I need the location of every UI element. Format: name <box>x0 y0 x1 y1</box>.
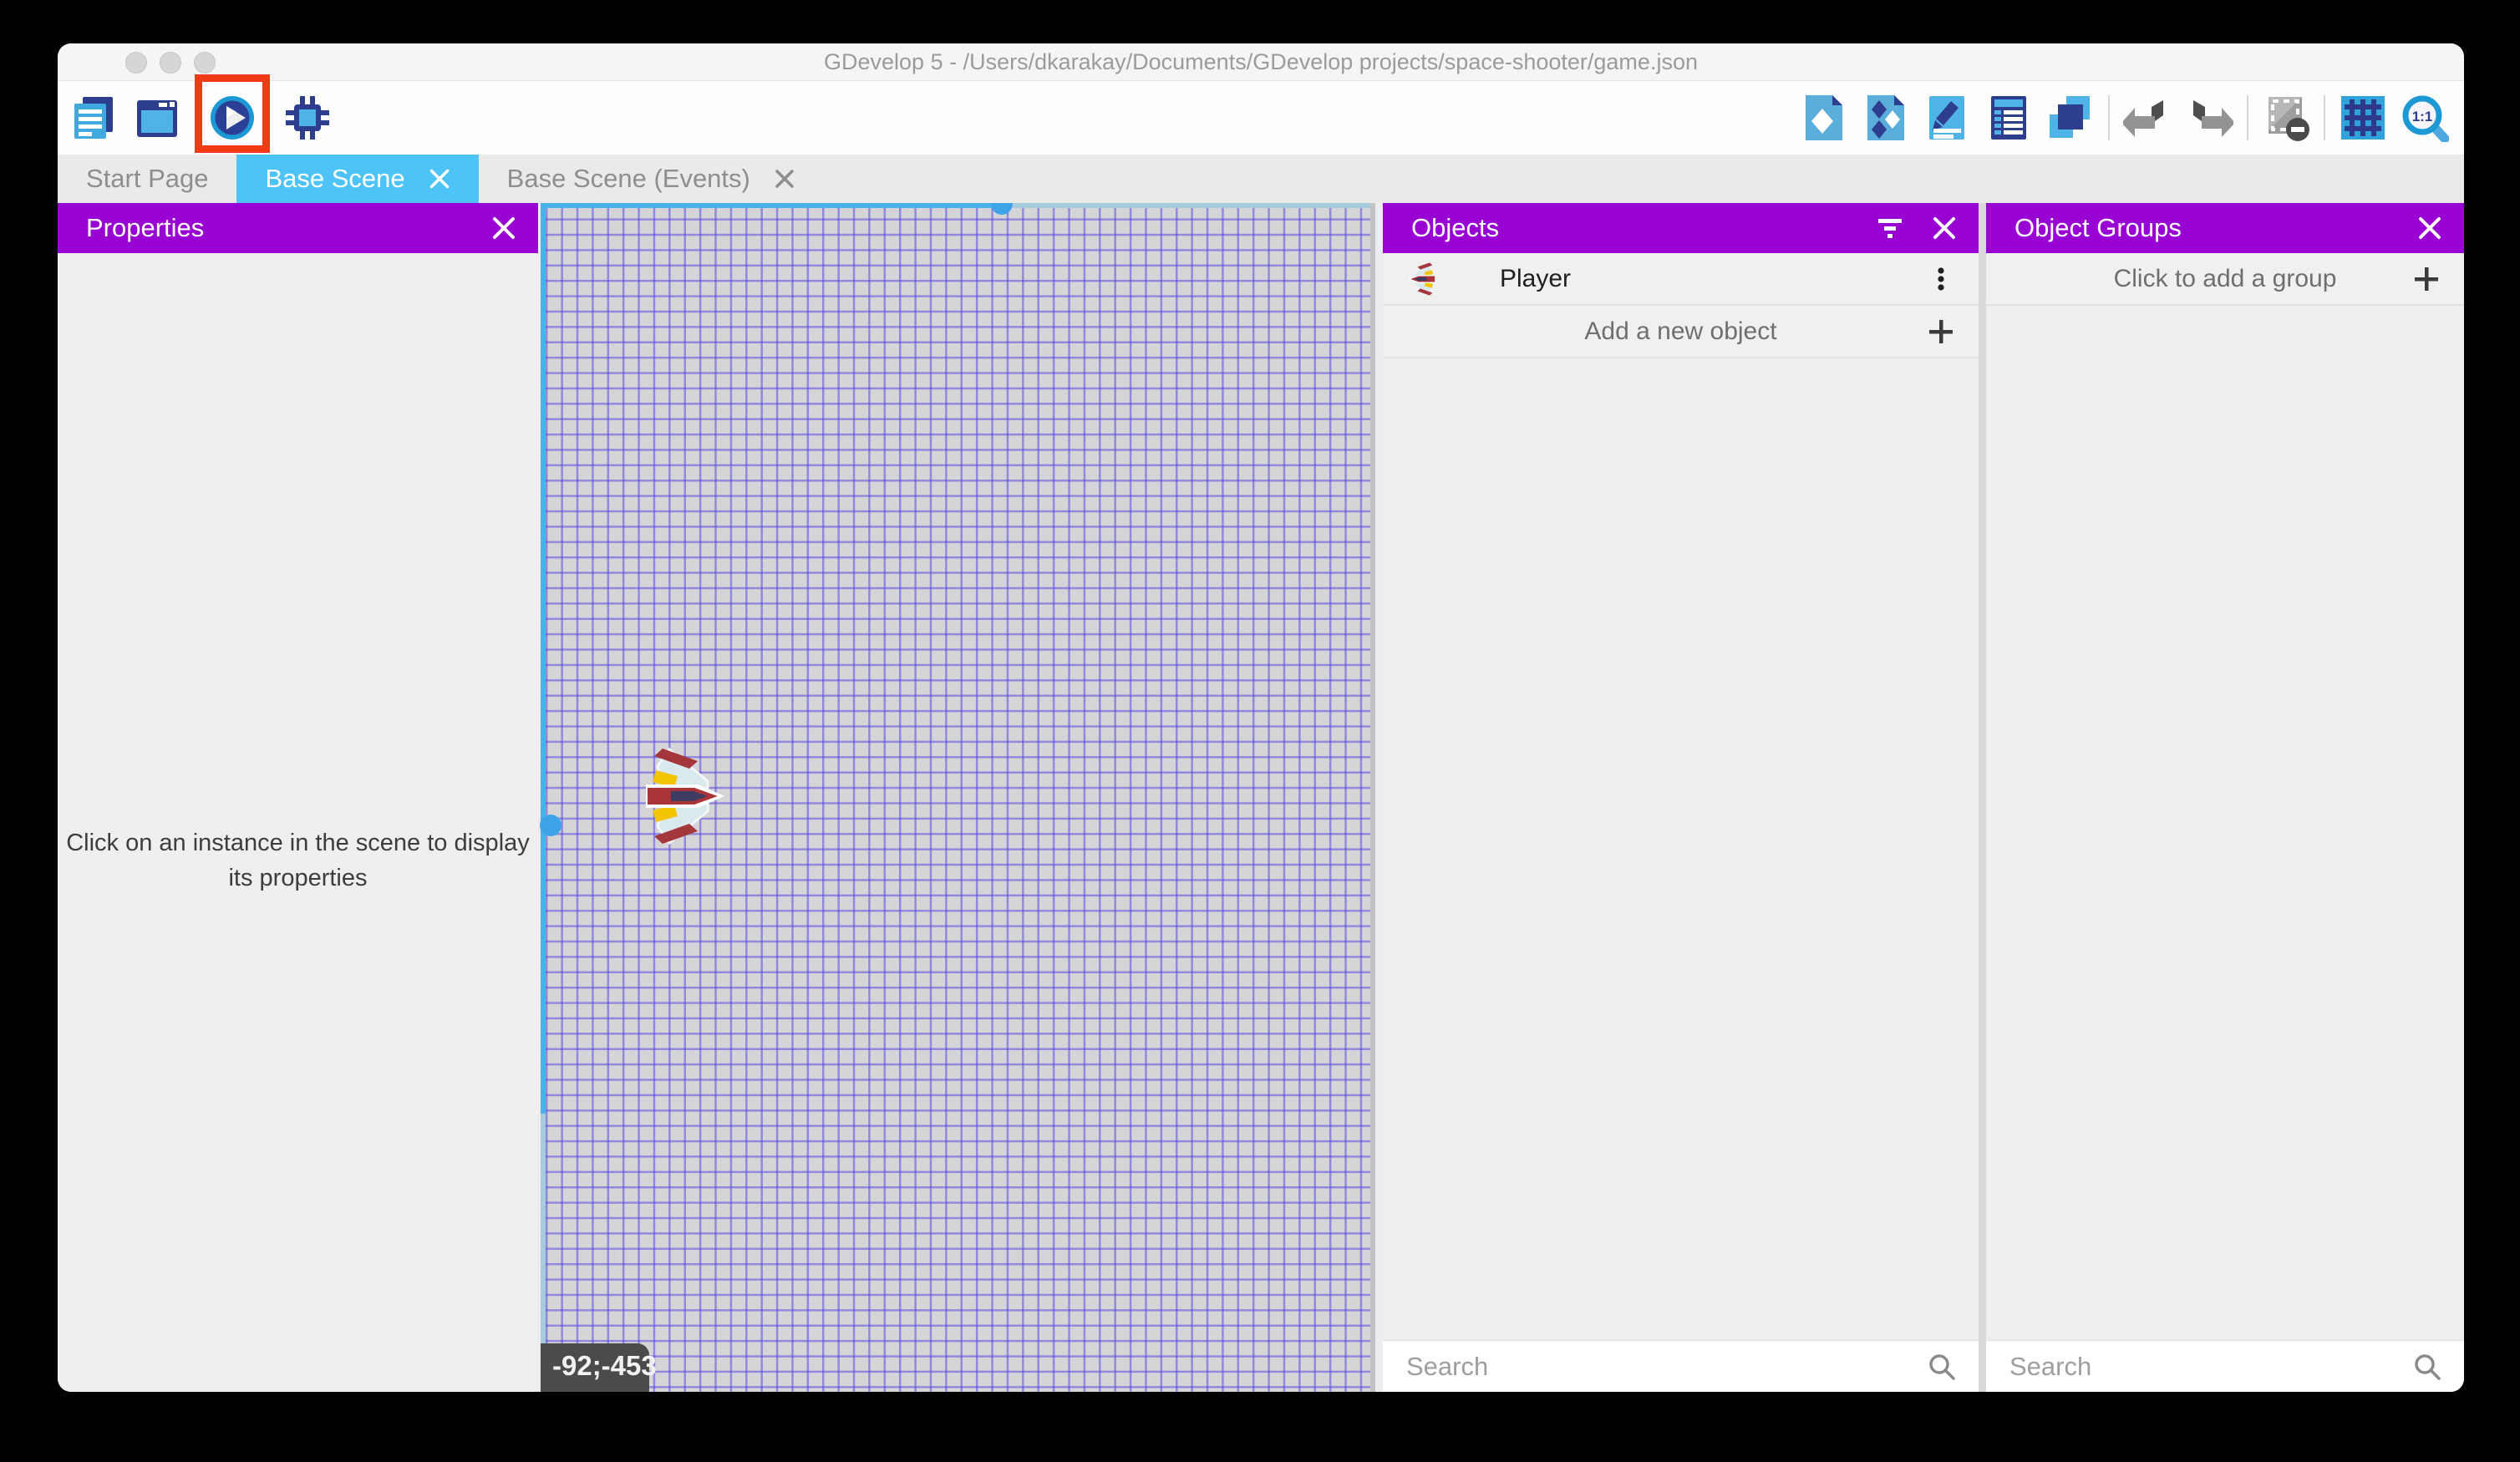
tab-label: Start Page <box>86 164 208 194</box>
debugger-icon[interactable] <box>283 94 332 142</box>
toolbar-separator <box>2324 95 2325 140</box>
objects-search-input[interactable] <box>1383 1352 1927 1382</box>
close-panel-icon[interactable] <box>491 216 516 241</box>
svg-text:1:1: 1:1 <box>2412 109 2433 124</box>
layers-icon[interactable] <box>2046 94 2095 142</box>
scene-grid[interactable] <box>546 203 1370 1392</box>
scene-window-icon[interactable] <box>133 94 181 142</box>
groups-search-row <box>1986 1340 2464 1392</box>
add-object-label: Add a new object <box>1584 317 1776 346</box>
tab-base-scene-events[interactable]: Base Scene (Events) <box>479 155 824 203</box>
objects-panel-header: Objects <box>1383 203 1979 253</box>
objects-search-row <box>1383 1340 1979 1392</box>
add-group-plus-icon[interactable] <box>2412 265 2441 293</box>
properties-empty-line2: its properties <box>58 860 538 896</box>
groups-search-input[interactable] <box>1986 1352 2412 1382</box>
project-manager-icon[interactable] <box>69 94 118 142</box>
toolbar-separator <box>2247 95 2248 140</box>
object-groups-icon[interactable] <box>1861 94 1909 142</box>
groups-panel-body <box>1986 306 2464 1340</box>
tab-label: Base Scene (Events) <box>507 164 750 194</box>
objects-editor-icon[interactable] <box>1799 94 1847 142</box>
add-group-row[interactable]: Click to add a group <box>1986 253 2464 306</box>
close-tab-icon[interactable] <box>774 168 795 190</box>
properties-empty-line1: Click on an instance in the scene to dis… <box>58 825 538 860</box>
panel-title: Properties <box>86 213 204 243</box>
object-name: Player <box>1500 265 1571 293</box>
properties-panel: Properties Click on an instance in the s… <box>58 203 538 1392</box>
search-icon[interactable] <box>1927 1352 1957 1382</box>
object-groups-panel-header: Object Groups <box>1986 203 2464 253</box>
instances-list-icon[interactable] <box>1984 94 2033 142</box>
player-thumbnail-icon <box>1405 262 1440 296</box>
object-groups-panel: Object Groups Click to add a group <box>1986 203 2464 1392</box>
properties-edit-icon[interactable] <box>1923 94 1971 142</box>
add-object-row[interactable]: Add a new object <box>1383 306 1979 358</box>
tab-start-page[interactable]: Start Page <box>58 155 236 203</box>
zoom-original-icon[interactable]: 1:1 <box>2401 94 2449 142</box>
game-window-top-border <box>546 203 1370 208</box>
redo-icon[interactable] <box>2185 94 2233 142</box>
close-tab-icon[interactable] <box>429 168 450 190</box>
add-group-label: Click to add a group <box>2114 265 2337 293</box>
preview-play-icon[interactable] <box>208 94 257 142</box>
undo-icon[interactable] <box>2123 94 2172 142</box>
object-menu-icon[interactable] <box>1927 265 1955 293</box>
window-mask-icon[interactable] <box>2262 94 2310 142</box>
close-panel-icon[interactable] <box>2417 216 2442 241</box>
canvas-scrollbar[interactable] <box>1370 203 1383 1392</box>
objects-panel-body <box>1383 358 1979 1340</box>
toolbar: 1:1 <box>58 81 2464 155</box>
tab-base-scene[interactable]: Base Scene <box>236 155 478 203</box>
panel-divider[interactable] <box>1979 203 1986 1392</box>
grid-icon[interactable] <box>2339 94 2387 142</box>
objects-panel: Objects Player <box>1383 203 1979 1392</box>
filter-icon[interactable] <box>1877 216 1903 241</box>
close-panel-icon[interactable] <box>1932 216 1957 241</box>
add-object-plus-icon[interactable] <box>1927 317 1955 346</box>
properties-empty-message: Click on an instance in the scene to dis… <box>58 825 538 896</box>
preview-play-wrap <box>208 94 257 142</box>
main-area: Properties Click on an instance in the s… <box>58 203 2464 1392</box>
cursor-coordinates-badge: -92;-453 <box>541 1343 649 1392</box>
app-window: GDevelop 5 - /Users/dkarakay/Documents/G… <box>58 43 2464 1392</box>
toolbar-right: 1:1 <box>1799 94 2464 142</box>
tab-label: Base Scene <box>265 164 404 194</box>
toolbar-left <box>58 94 332 142</box>
tabbar: Start Page Base Scene Base Scene (Events… <box>58 155 2464 203</box>
panel-title: Object Groups <box>2014 213 2182 243</box>
window-title: GDevelop 5 - /Users/dkarakay/Documents/G… <box>58 43 2464 81</box>
toolbar-separator <box>2108 95 2110 140</box>
panel-title: Objects <box>1411 213 1499 243</box>
game-window-left-border <box>541 203 546 1392</box>
titlebar: GDevelop 5 - /Users/dkarakay/Documents/G… <box>58 43 2464 81</box>
scene-canvas[interactable]: -92;-453 <box>538 203 1383 1392</box>
search-icon[interactable] <box>2412 1352 2442 1382</box>
object-row-player[interactable]: Player <box>1383 253 1979 306</box>
properties-panel-header: Properties <box>58 203 538 253</box>
